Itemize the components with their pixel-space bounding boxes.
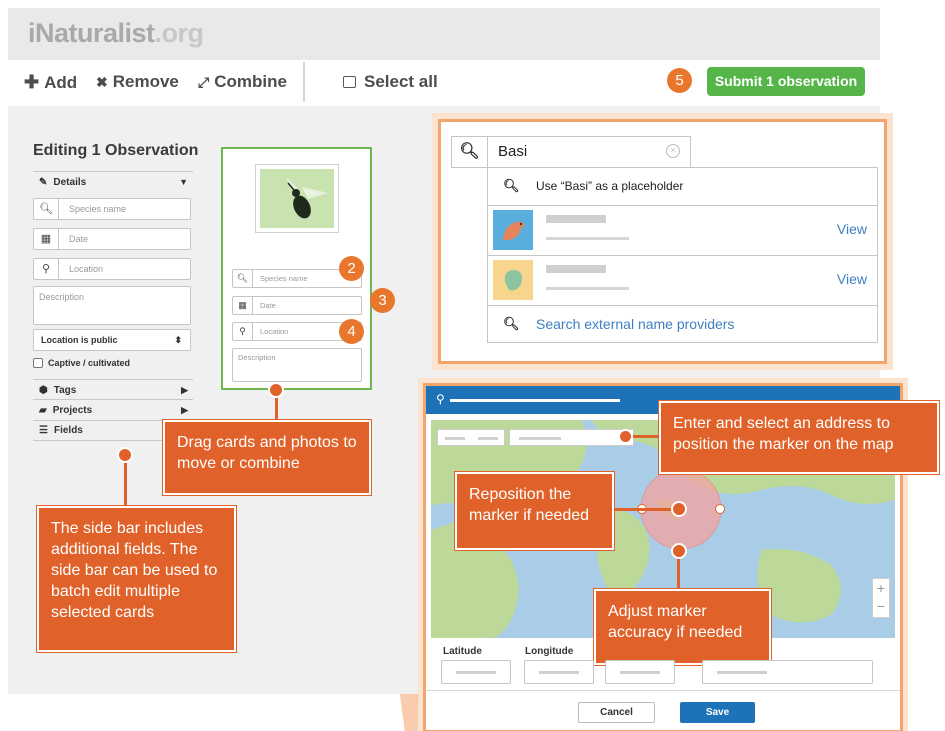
sidebar-location-input[interactable]: ⚲ Location	[33, 258, 191, 280]
search-icon: 🔍︎	[233, 270, 253, 287]
latitude-label: Latitude	[443, 646, 482, 657]
briefcase-icon: ▰	[39, 404, 47, 416]
caret-down-icon: ▼	[179, 177, 188, 187]
map-pin-icon: ⚲	[233, 323, 253, 340]
suggestion-row[interactable]: View	[488, 256, 877, 306]
latitude-input[interactable]	[441, 660, 511, 684]
address-search-input[interactable]	[509, 429, 634, 446]
longitude-label: Longitude	[525, 646, 574, 657]
callout-address: Enter and select an address to position …	[659, 401, 939, 474]
placeholder-bar	[539, 671, 579, 674]
callout-sidebar: The side bar includes additional fields.…	[37, 506, 236, 652]
caret-right-icon: ▶	[181, 404, 188, 415]
sidebar-date-input[interactable]: ▦ Date	[33, 228, 191, 250]
search-icon: 🔍︎	[503, 178, 520, 193]
combine-icon: ⤢	[198, 73, 210, 90]
view-link[interactable]: View	[837, 221, 867, 237]
step-badge-3: 3	[370, 288, 395, 313]
callout-connector	[124, 456, 127, 508]
toolbar-divider	[303, 62, 305, 102]
search-icon: 🔍︎	[452, 137, 488, 167]
callout-dot	[618, 429, 633, 444]
calendar-icon: ▦	[34, 229, 59, 249]
place-name-input[interactable]	[702, 660, 873, 684]
placeholder-bar	[546, 215, 606, 223]
placeholder-bar	[450, 399, 620, 402]
placeholder-bar	[445, 437, 465, 440]
suggestion-row[interactable]: View	[488, 206, 877, 256]
remove-button[interactable]: ✖ Remove	[96, 72, 179, 92]
placeholder-option[interactable]: 🔍︎ Use “Basi” as a placeholder	[488, 168, 877, 206]
map-pin-icon: ⚲	[34, 259, 59, 279]
add-button[interactable]: ✚ Add	[24, 72, 77, 93]
sidebar-section-projects[interactable]: ▰ Projects ▶	[33, 399, 193, 420]
step-badge-5: 5	[667, 68, 692, 93]
placeholder-bar	[456, 671, 496, 674]
placeholder-bar	[546, 237, 629, 240]
external-search-option[interactable]: 🔍︎ Search external name providers	[488, 306, 877, 343]
pencil-icon: ✎	[39, 176, 48, 188]
card-date-input[interactable]: ▦ Date	[232, 296, 362, 315]
map-pin-icon: ⚲	[436, 392, 445, 406]
caret-right-icon: ▶	[181, 384, 188, 395]
callout-dot	[268, 382, 284, 398]
map-type-control[interactable]	[437, 429, 505, 446]
sidebar-title: Editing 1 Observation	[33, 142, 199, 159]
placeholder-bar	[478, 437, 498, 440]
clear-icon[interactable]: ×	[666, 144, 680, 158]
bird-thumbnail	[493, 210, 533, 250]
sidebar-section-details[interactable]: ✎ Details ▼	[33, 171, 193, 192]
accuracy-input[interactable]	[605, 660, 675, 684]
species-search-input[interactable]: 🔍︎ Basi ×	[451, 136, 691, 168]
placeholder-bar	[546, 265, 606, 273]
card-description-field[interactable]: Description	[232, 348, 362, 382]
callout-drag-cards: Drag cards and photos to move or combine	[163, 420, 371, 495]
step-badge-2: 2	[339, 256, 364, 281]
step-badge-4: 4	[339, 319, 364, 344]
placeholder-bar	[620, 671, 660, 674]
plant-thumbnail	[493, 260, 533, 300]
zoom-in-icon[interactable]: +	[873, 579, 889, 597]
placeholder-bar	[519, 437, 561, 440]
search-icon: 🔍︎	[34, 199, 59, 219]
zoom-out-icon[interactable]: −	[873, 597, 889, 615]
search-icon: 🔍︎	[503, 316, 520, 331]
save-button[interactable]: Save	[680, 702, 755, 723]
species-suggestions: 🔍︎ Use “Basi” as a placeholder View View…	[487, 167, 878, 343]
location-privacy-select[interactable]: Location is public ⬍	[33, 329, 191, 351]
callout-dot	[117, 447, 133, 463]
checkbox-icon	[343, 76, 356, 88]
observation-photo[interactable]	[255, 164, 339, 233]
plus-icon: ✚	[24, 72, 40, 92]
callout-accuracy: Adjust marker accuracy if needed	[594, 589, 771, 665]
tag-icon: ⬢	[39, 384, 48, 396]
list-icon: ☰	[39, 425, 48, 436]
map-marker[interactable]	[671, 501, 687, 517]
longitude-input[interactable]	[524, 660, 594, 684]
insect-photo	[260, 169, 334, 228]
calendar-icon: ▦	[233, 297, 253, 314]
view-link[interactable]: View	[837, 271, 867, 287]
submit-button[interactable]: Submit 1 observation	[707, 67, 865, 96]
divider	[426, 690, 900, 691]
cancel-button[interactable]: Cancel	[578, 702, 655, 723]
callout-reposition: Reposition the marker if needed	[455, 472, 614, 550]
placeholder-bar	[546, 287, 629, 290]
checkbox-icon	[33, 358, 43, 368]
sidebar-species-input[interactable]: 🔍︎ Species name	[33, 198, 191, 220]
sidebar-description-field[interactable]: Description	[33, 286, 191, 325]
inaturalist-logo[interactable]: iNaturalist.org	[28, 18, 204, 49]
accuracy-handle[interactable]	[671, 543, 687, 559]
captive-checkbox[interactable]: Captive / cultivated	[33, 358, 130, 368]
sidebar-section-tags[interactable]: ⬢ Tags ▶	[33, 379, 193, 400]
zoom-controls[interactable]: + −	[872, 578, 890, 618]
placeholder-bar	[717, 671, 767, 674]
select-all-checkbox[interactable]: Select all	[343, 72, 438, 92]
select-arrows-icon: ⬍	[174, 335, 182, 345]
callout-connector	[677, 557, 680, 591]
combine-button[interactable]: ⤢ Combine	[198, 72, 287, 92]
x-icon: ✖	[96, 73, 108, 90]
